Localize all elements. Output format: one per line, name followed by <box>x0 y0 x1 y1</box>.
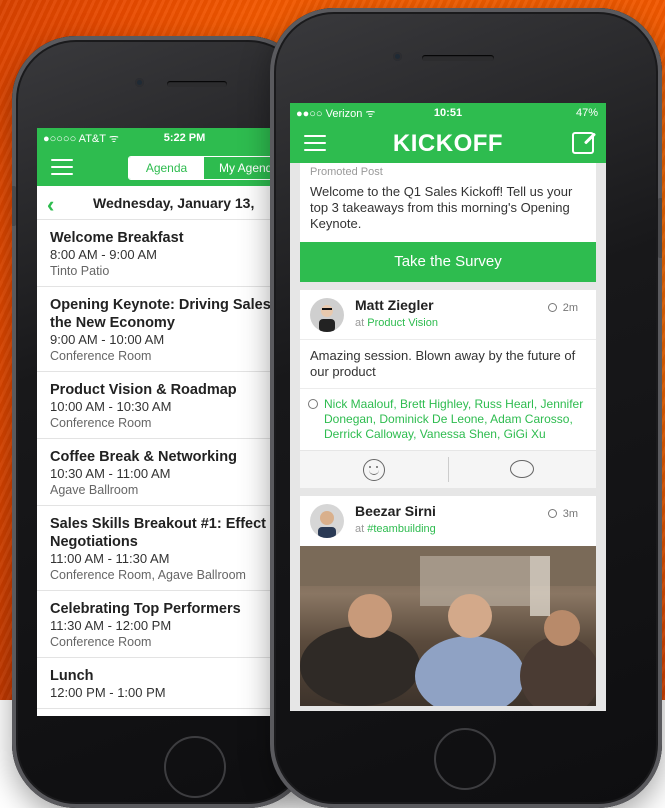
clock: 5:22 PM <box>163 132 206 144</box>
post-actions <box>300 450 596 488</box>
clock-icon <box>547 303 557 312</box>
agenda-item-time: 11:30 AM - 12:00 PM <box>50 618 172 633</box>
agenda-tabs: Agenda My Agenda <box>128 156 292 180</box>
post-time: 2m <box>547 302 578 314</box>
comment-button[interactable] <box>448 451 596 488</box>
agenda-item-title: Opening Keynote: Driving Sales <box>50 297 271 313</box>
comment-icon[interactable] <box>510 459 534 478</box>
agenda-item-title: Lunch <box>50 668 94 684</box>
compose-icon[interactable] <box>572 132 594 154</box>
agenda-nav-bar: Agenda My Agenda <box>37 148 292 186</box>
clock: 10:51 <box>433 107 463 119</box>
context-link[interactable]: Product Vision <box>367 317 438 329</box>
feed-nav-bar: KICKOFF <box>290 123 606 163</box>
feed-screen: ●●○○ Verizon ᯤ 10:51 47% KICKOFF Promote… <box>290 103 606 711</box>
agenda-screen: ●○○○○ AT&T ᯤ 5:22 PM Agenda My Agenda ‹ … <box>37 128 292 716</box>
promoted-text: Welcome to the Q1 Sales Kickoff! Tell us… <box>310 184 573 231</box>
feed: Promoted Post Welcome to the Q1 Sales Ki… <box>290 163 606 711</box>
at-label: at <box>355 523 365 535</box>
agenda-list: Welcome Breakfast 8:00 AM - 9:00 AM Tint… <box>37 220 292 709</box>
agenda-item-location: Conference Room <box>50 349 152 363</box>
date-header: ‹ Wednesday, January 13, <box>37 186 292 220</box>
agenda-item[interactable]: Celebrating Top Performers 11:30 AM - 12… <box>37 591 292 658</box>
likes-names[interactable]: Nick Maalouf, Brett Highley, Russ Hearl,… <box>324 397 583 441</box>
front-camera <box>393 52 402 61</box>
smiley-icon <box>308 399 318 409</box>
agenda-item-time: 10:30 AM - 11:00 AM <box>50 466 171 481</box>
agenda-item-time: 9:00 AM - 10:00 AM <box>50 332 165 347</box>
agenda-item-title: Product Vision & Roadmap <box>50 382 237 398</box>
promoted-label: Promoted Post <box>310 166 383 178</box>
menu-icon[interactable] <box>51 159 73 175</box>
agenda-item-location: Conference Room <box>50 635 152 649</box>
avatar[interactable] <box>310 298 344 332</box>
post-ago: 2m <box>562 302 578 314</box>
agenda-item[interactable]: Product Vision & Roadmap 10:00 AM - 10:3… <box>37 372 292 439</box>
like-button[interactable] <box>300 451 448 488</box>
home-button[interactable] <box>434 728 496 790</box>
power-button <box>658 198 662 258</box>
volume-button <box>12 186 16 226</box>
agenda-item-title: Celebrating Top Performers <box>50 601 241 617</box>
agenda-item[interactable]: Coffee Break & Networking 10:30 AM - 11:… <box>37 439 292 506</box>
chevron-left-icon[interactable]: ‹ <box>47 192 54 218</box>
agenda-item-time: 11:00 AM - 11:30 AM <box>50 551 170 566</box>
post-body: Amazing session. Blown away by the futur… <box>300 340 596 389</box>
post-context: at Product Vision <box>355 317 438 329</box>
tab-agenda[interactable]: Agenda <box>129 157 204 179</box>
speaker <box>167 81 227 87</box>
left-phone: ●○○○○ AT&T ᯤ 5:22 PM Agenda My Agenda ‹ … <box>12 36 312 808</box>
post-header: Matt Ziegler at Product Vision 2m <box>300 290 596 340</box>
post-time: 3m <box>547 508 578 520</box>
author-name[interactable]: Matt Ziegler <box>355 297 434 313</box>
post-ago: 3m <box>562 508 578 520</box>
right-phone: ●●○○ Verizon ᯤ 10:51 47% KICKOFF Promote… <box>270 8 662 808</box>
agenda-item-location: Agave Ballroom <box>50 483 139 497</box>
promoted-post: Promoted Post Welcome to the Q1 Sales Ki… <box>300 163 596 282</box>
agenda-item-title-cont: the New Economy <box>50 315 175 331</box>
post-photo[interactable] <box>300 546 596 706</box>
speaker <box>422 55 494 61</box>
likes-list: Nick Maalouf, Brett Highley, Russ Hearl,… <box>300 389 596 450</box>
agenda-item-title-cont: Negotiations <box>50 534 138 550</box>
battery-label: 47% <box>575 107 598 119</box>
agenda-item-location: Conference Room, Agave Ballroom <box>50 568 246 582</box>
agenda-item-time: 10:00 AM - 10:30 AM <box>50 399 172 414</box>
agenda-item[interactable]: Sales Skills Breakout #1: Effect Negotia… <box>37 506 292 591</box>
post-card: Matt Ziegler at Product Vision 2m Amazin… <box>300 290 596 488</box>
agenda-item-time: 8:00 AM - 9:00 AM <box>50 247 157 262</box>
agenda-item[interactable]: Welcome Breakfast 8:00 AM - 9:00 AM Tint… <box>37 220 292 287</box>
avatar[interactable] <box>310 504 344 538</box>
take-survey-button[interactable]: Take the Survey <box>300 242 596 282</box>
clock-icon <box>547 509 557 518</box>
app-logo: KICKOFF <box>392 130 504 157</box>
smile-icon[interactable] <box>363 458 385 481</box>
date-label: Wednesday, January 13, <box>93 195 255 211</box>
post-header: Beezar Sirni at #teambuilding 3m <box>300 496 596 546</box>
front-camera <box>135 78 144 87</box>
agenda-item-time: 12:00 PM - 1:00 PM <box>50 685 166 700</box>
at-label: at <box>355 317 365 329</box>
agenda-item-location: Conference Room <box>50 416 152 430</box>
context-link[interactable]: #teambuilding <box>367 523 436 535</box>
agenda-item[interactable]: Lunch 12:00 PM - 1:00 PM <box>37 658 292 709</box>
agenda-item-location: Tinto Patio <box>50 264 110 278</box>
author-name[interactable]: Beezar Sirni <box>355 503 436 519</box>
home-button[interactable] <box>164 736 226 798</box>
agenda-item[interactable]: Opening Keynote: Driving Sales the New E… <box>37 287 292 372</box>
agenda-item-title: Sales Skills Breakout #1: Effect <box>50 516 266 532</box>
agenda-item-title: Welcome Breakfast <box>50 230 184 246</box>
post-context: at #teambuilding <box>355 523 436 535</box>
agenda-item-title: Coffee Break & Networking <box>50 449 237 465</box>
status-bar: ●●○○ Verizon ᯤ 10:51 47% <box>290 103 606 123</box>
post-card: Beezar Sirni at #teambuilding 3m <box>300 496 596 706</box>
status-bar: ●○○○○ AT&T ᯤ 5:22 PM <box>37 128 292 148</box>
